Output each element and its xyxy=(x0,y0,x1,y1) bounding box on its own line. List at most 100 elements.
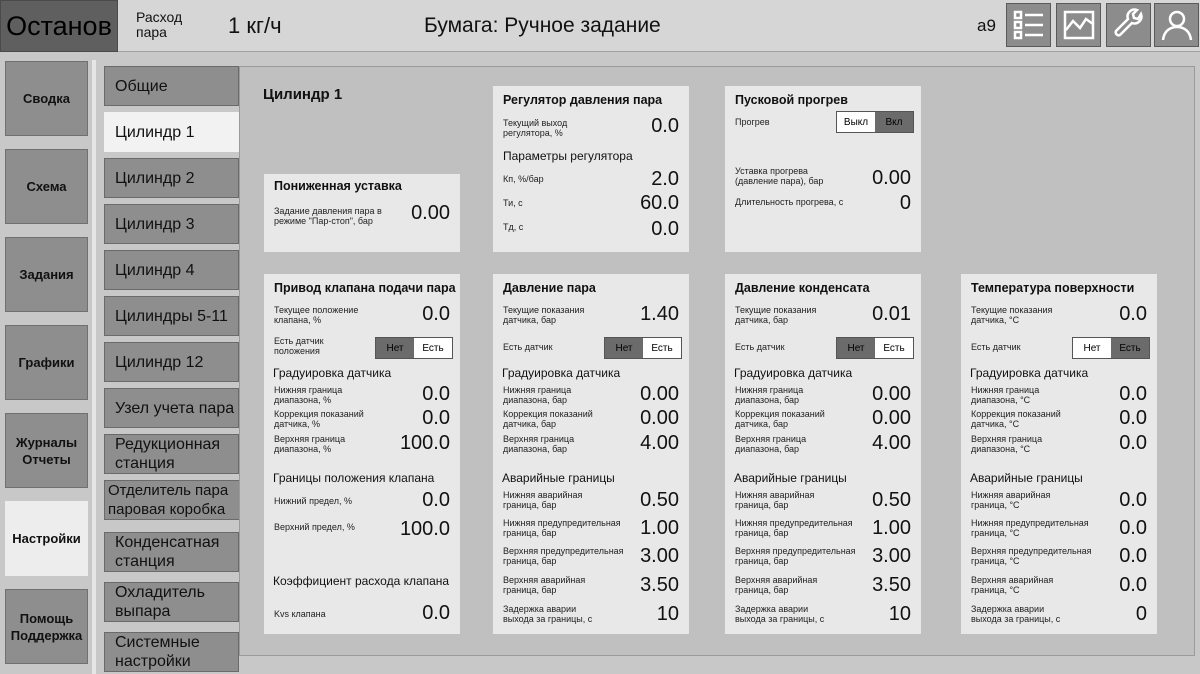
sensor-present-label: Есть датчик xyxy=(971,342,1021,352)
correction-value[interactable]: 0.00 xyxy=(872,407,911,429)
range-high-value[interactable]: 0.0 xyxy=(1119,432,1147,454)
nav-summary[interactable]: Сводка xyxy=(5,61,88,136)
range-low-value[interactable]: 0.0 xyxy=(422,383,450,405)
trend-button[interactable] xyxy=(1056,3,1101,47)
td-value[interactable]: 0.0 xyxy=(651,218,679,240)
warning-low-value[interactable]: 0.0 xyxy=(1119,517,1147,539)
kp-value[interactable]: 2.0 xyxy=(651,168,679,190)
current-reading-value: 1.40 xyxy=(640,303,679,325)
tab-system-settings[interactable]: Системные настройки xyxy=(104,632,239,672)
tab-cylinder-4[interactable]: Цилиндр 4 xyxy=(104,250,239,290)
max-limit-value[interactable]: 100.0 xyxy=(400,518,450,540)
toggle-yes-option[interactable]: Есть xyxy=(1111,338,1149,358)
warning-low-label: Нижняя предупредительная граница, бар xyxy=(735,518,853,538)
user-icon xyxy=(1161,10,1192,41)
kvs-value[interactable]: 0.0 xyxy=(422,602,450,624)
alarm-high-label: Верхняя аварийная граница, бар xyxy=(503,575,586,595)
alarm-delay-label: Задержка аварии выхода за границы, с xyxy=(503,604,593,624)
user-button[interactable] xyxy=(1154,3,1199,47)
nav-help[interactable]: Помощь Поддержка xyxy=(5,589,88,664)
alarm-high-value[interactable]: 3.50 xyxy=(872,574,911,596)
nav-settings[interactable]: Настройки xyxy=(5,501,88,576)
ti-value[interactable]: 60.0 xyxy=(640,192,679,214)
tab-cylinder-3[interactable]: Цилиндр 3 xyxy=(104,204,239,244)
toggle-yes-option[interactable]: Есть xyxy=(875,338,913,358)
toggle-off-option[interactable]: Выкл xyxy=(837,112,875,132)
range-low-value[interactable]: 0.00 xyxy=(872,383,911,405)
alarm-low-label: Нижняя аварийная граница, °С xyxy=(971,490,1051,510)
list-icon xyxy=(1013,10,1043,40)
alarm-high-label: Верхняя аварийная граница, бар xyxy=(735,575,818,595)
tab-steam-separator[interactable]: Отделитель пара паровая коробка xyxy=(104,480,243,520)
range-low-value[interactable]: 0.00 xyxy=(640,383,679,405)
list-button[interactable] xyxy=(1006,3,1051,47)
min-limit-label: Нижний предел, % xyxy=(274,496,352,506)
toggle-no-option[interactable]: Нет xyxy=(605,338,643,358)
correction-value[interactable]: 0.0 xyxy=(422,407,450,429)
wrench-icon xyxy=(1113,8,1143,37)
warmup-toggle[interactable]: Выкл Вкл xyxy=(836,111,914,133)
range-high-value[interactable]: 4.00 xyxy=(640,432,679,454)
tab-steam-metering[interactable]: Узел учета пара xyxy=(104,388,239,428)
panel-title: Давление конденсата xyxy=(735,281,870,295)
tab-general[interactable]: Общие xyxy=(104,66,239,106)
alarm-delay-value[interactable]: 10 xyxy=(657,603,679,625)
warmup-toggle-label: Прогрев xyxy=(735,117,770,127)
toggle-no-option[interactable]: Нет xyxy=(837,338,875,358)
alarm-low-value[interactable]: 0.0 xyxy=(1119,489,1147,511)
nav-journals[interactable]: Журналы Отчеты xyxy=(5,413,88,488)
tab-cylinders-5-11[interactable]: Цилиндры 5-11 xyxy=(104,296,239,336)
alarm-low-value[interactable]: 0.50 xyxy=(640,489,679,511)
correction-value[interactable]: 0.00 xyxy=(640,407,679,429)
alarm-high-value[interactable]: 3.50 xyxy=(640,574,679,596)
nav-tasks[interactable]: Задания xyxy=(5,237,88,312)
warmup-duration-value[interactable]: 0 xyxy=(900,192,911,214)
warmup-duration-label: Длительность прогрева, с xyxy=(735,197,844,207)
alarm-delay-value[interactable]: 10 xyxy=(889,603,911,625)
range-high-label: Верхняя граница диапазона, бар xyxy=(735,434,807,454)
sensor-present-toggle[interactable]: Нет Есть xyxy=(836,337,914,359)
toggle-on-option[interactable]: Вкл xyxy=(875,112,913,132)
warning-high-value[interactable]: 0.0 xyxy=(1119,545,1147,567)
toggle-no-option[interactable]: Нет xyxy=(1073,338,1111,358)
range-low-label: Нижняя граница диапазона, бар xyxy=(735,385,804,405)
warning-high-label: Верхняя предупредительная граница, °С xyxy=(971,546,1092,566)
tab-cylinder-12[interactable]: Цилиндр 12 xyxy=(104,342,239,382)
tab-reduction-station[interactable]: Редукционная станция xyxy=(104,434,239,474)
tab-condensate-station[interactable]: Конденсатная станция xyxy=(104,532,239,572)
sensor-present-label: Есть датчик xyxy=(503,342,553,352)
min-limit-value[interactable]: 0.0 xyxy=(422,489,450,511)
tab-cylinder-1[interactable]: Цилиндр 1 xyxy=(104,112,239,152)
alarm-low-value[interactable]: 0.50 xyxy=(872,489,911,511)
panel-title: Давление пара xyxy=(503,281,596,295)
warning-high-value[interactable]: 3.00 xyxy=(640,545,679,567)
warning-low-value[interactable]: 1.00 xyxy=(640,517,679,539)
warmup-setpoint-value[interactable]: 0.00 xyxy=(872,167,911,189)
toggle-yes-option[interactable]: Есть xyxy=(414,338,452,358)
alarm-high-value[interactable]: 0.0 xyxy=(1119,574,1147,596)
panel-title: Регулятор давления пара xyxy=(503,93,663,107)
nav-graphs[interactable]: Графики xyxy=(5,325,88,400)
toggle-no-option[interactable]: Нет xyxy=(376,338,414,358)
sensor-present-toggle[interactable]: Нет Есть xyxy=(1072,337,1150,359)
sensor-present-toggle[interactable]: Нет Есть xyxy=(604,337,682,359)
tab-vent-cooler[interactable]: Охладитель выпара xyxy=(104,582,239,622)
warning-low-value[interactable]: 1.00 xyxy=(872,517,911,539)
warning-high-label: Верхняя предупредительная граница, бар xyxy=(503,546,624,566)
tab-cylinder-2[interactable]: Цилиндр 2 xyxy=(104,158,239,198)
range-high-value[interactable]: 100.0 xyxy=(400,432,450,454)
alarm-delay-value[interactable]: 0 xyxy=(1136,603,1147,625)
correction-value[interactable]: 0.0 xyxy=(1119,407,1147,429)
toggle-yes-option[interactable]: Есть xyxy=(643,338,681,358)
top-bar: Останов Расход пара 1 кг/ч Бумага: Ручно… xyxy=(0,0,1200,52)
panel-title: Привод клапана подачи пара xyxy=(274,281,456,295)
settings-button[interactable] xyxy=(1106,3,1151,47)
range-high-value[interactable]: 4.00 xyxy=(872,432,911,454)
nav-schema[interactable]: Схема xyxy=(5,149,88,224)
sensor-present-toggle[interactable]: Нет Есть xyxy=(375,337,453,359)
warning-high-value[interactable]: 3.00 xyxy=(872,545,911,567)
range-low-value[interactable]: 0.0 xyxy=(1119,383,1147,405)
current-reading-value: 0.01 xyxy=(872,303,911,325)
section-title: Градуировка датчика xyxy=(502,366,621,380)
reduced-setpoint-value[interactable]: 0.00 xyxy=(411,202,450,224)
